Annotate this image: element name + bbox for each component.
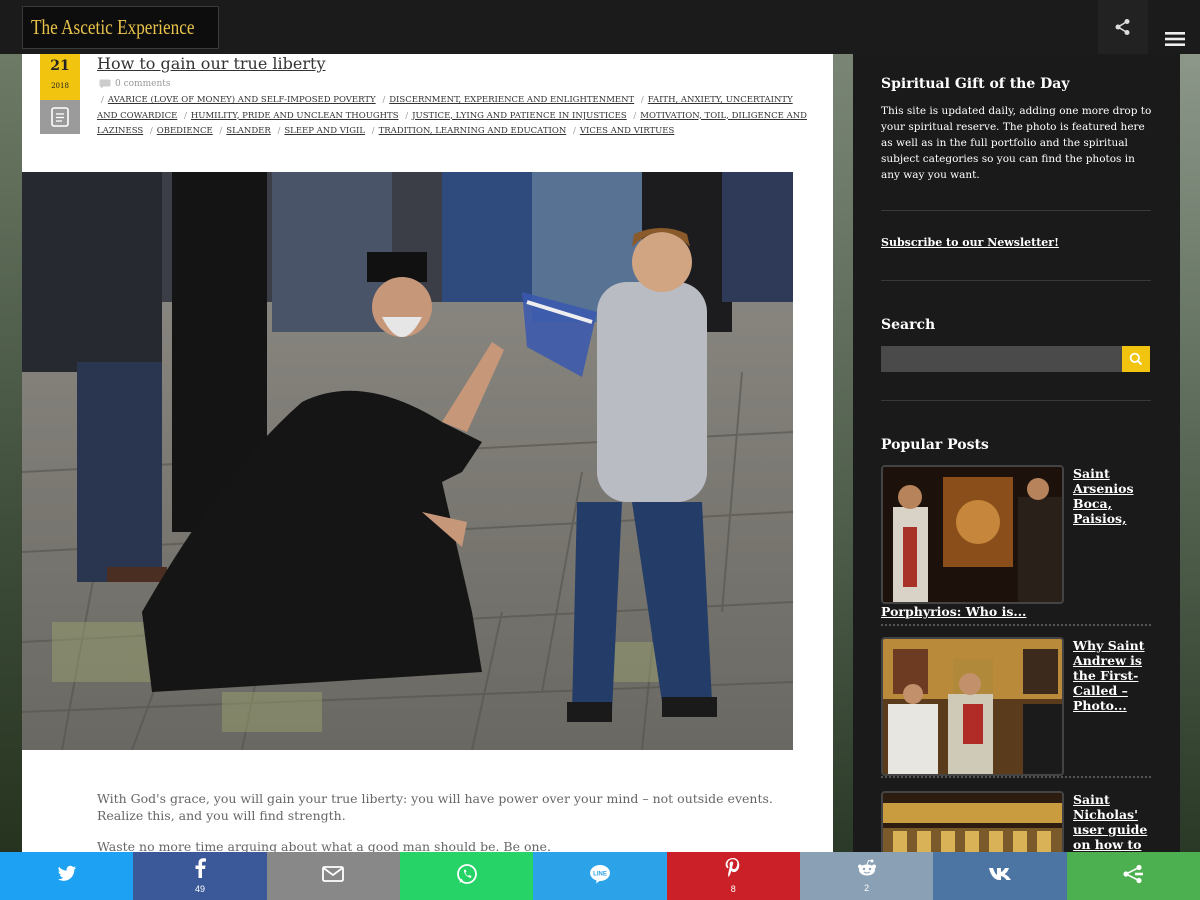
category-link[interactable]: Obedience: [157, 126, 213, 136]
post-separator: [881, 776, 1151, 778]
search-button[interactable]: [1122, 346, 1150, 372]
post-paragraph: With God's grace, you will gain your tru…: [97, 791, 773, 823]
gift-widget-text: This site is updated daily, adding one m…: [881, 105, 1152, 181]
share-facebook-button[interactable]: 49: [133, 852, 267, 900]
menu-button[interactable]: [1160, 24, 1190, 54]
share-count: 2: [864, 883, 870, 893]
date-badge: 21 2018: [40, 54, 80, 100]
gift-widget-title: Spiritual Gift of the Day: [881, 76, 1070, 92]
category-link[interactable]: Slander: [226, 126, 270, 136]
category-link[interactable]: Humility, pride and unclean thoughts: [191, 111, 399, 121]
whatsapp-icon: [456, 863, 478, 890]
category-link[interactable]: Vices and virtues: [580, 126, 674, 136]
category-link[interactable]: Avarice (love of money) and self-imposed…: [108, 95, 376, 105]
share-whatsapp-button[interactable]: [399, 852, 534, 900]
post-body: With God's grace, you will gain your tru…: [97, 790, 787, 852]
top-bar: The Ascetic Experience: [0, 0, 1200, 54]
widget-divider: [881, 400, 1151, 401]
comment-icon: [99, 79, 111, 89]
popular-post-title[interactable]: Saint Nicholas' user guide on how to: [1073, 792, 1153, 852]
category-separator: /: [149, 126, 153, 137]
post-paragraph: Waste no more time arguing about what a …: [97, 839, 551, 852]
category-separator: /: [184, 110, 187, 121]
svg-text:LINE: LINE: [593, 871, 607, 877]
share-email-button[interactable]: [266, 852, 400, 900]
share-reddit-button[interactable]: 2: [799, 852, 934, 900]
category-separator: /: [640, 95, 644, 105]
share-vk-button[interactable]: [933, 852, 1067, 900]
widget-divider: [881, 280, 1151, 281]
category-separator: /: [573, 126, 576, 137]
category-link[interactable]: Tradition, learning and education: [379, 126, 567, 136]
line-icon: LINE: [589, 864, 611, 889]
thumbnail-image: [883, 639, 1062, 774]
photo-image: [22, 172, 793, 750]
background-right: [1180, 54, 1200, 852]
popular-post-thumbnail[interactable]: [881, 791, 1064, 852]
category-separator: /: [277, 126, 281, 137]
background-left: [0, 54, 22, 852]
more-icon: [1122, 864, 1144, 889]
comments-count: 0 comments: [115, 79, 171, 89]
pinterest-icon: [725, 858, 741, 883]
share-count: 8: [730, 884, 736, 894]
popular-post-thumbnail[interactable]: [881, 637, 1064, 776]
article: 21 2018 How to gain our true liberty 0 c…: [22, 54, 833, 852]
popular-post-title-continued[interactable]: Porphyrios: Who is...: [881, 604, 1026, 619]
share-icon: [1115, 19, 1130, 35]
site-title: The Ascetic Experience: [31, 15, 195, 39]
widget-divider: [881, 210, 1151, 211]
share-more-button[interactable]: [1066, 852, 1200, 900]
email-icon: [322, 865, 345, 887]
site-logo[interactable]: The Ascetic Experience: [22, 6, 219, 49]
category-separator: /: [101, 95, 104, 105]
post-separator: [881, 624, 1151, 626]
category-separator: /: [405, 110, 409, 121]
post-photo[interactable]: [22, 172, 793, 750]
share-bar: 49 LINE 8 2: [0, 852, 1200, 900]
category-link[interactable]: Sleep and vigil: [284, 126, 365, 136]
document-icon: [51, 107, 69, 127]
comments-link[interactable]: 0 comments: [99, 79, 170, 89]
post-format-badge: [40, 100, 80, 134]
date-year: 2018: [51, 82, 69, 90]
reddit-icon: [856, 859, 878, 882]
category-list: / Avarice (love of money) and self-impose…: [97, 93, 807, 140]
category-separator: /: [633, 110, 637, 121]
date-day: 21: [50, 58, 70, 74]
category-separator: /: [219, 126, 223, 137]
category-link[interactable]: Justice, lying and patience in injustice…: [412, 111, 627, 121]
hamburger-icon: [1165, 32, 1185, 46]
category-separator: /: [382, 95, 386, 105]
search-input[interactable]: [881, 346, 1122, 372]
thumbnail-image: [883, 467, 1062, 602]
share-line-button[interactable]: LINE: [533, 852, 667, 900]
search-icon: [1129, 352, 1143, 366]
newsletter-link[interactable]: Subscribe to our Newsletter!: [881, 236, 1059, 249]
share-count: 49: [194, 884, 205, 894]
share-twitter-button[interactable]: [0, 852, 134, 900]
popular-widget-title: Popular Posts: [881, 437, 989, 453]
popular-post-title[interactable]: Why Saint Andrew is the First-Called – P…: [1073, 638, 1153, 713]
facebook-icon: [194, 858, 206, 883]
share-button[interactable]: [1098, 0, 1148, 54]
popular-post-thumbnail[interactable]: [881, 465, 1064, 604]
background-middle: [833, 54, 853, 852]
twitter-icon: [57, 865, 77, 888]
share-pinterest-button[interactable]: 8: [666, 852, 800, 900]
vk-icon: [988, 867, 1012, 886]
category-link[interactable]: Discernment, experience and enlightenmen…: [389, 95, 634, 105]
sidebar: Spiritual Gift of the Day This site is u…: [853, 54, 1180, 852]
popular-post-title[interactable]: Saint Arsenios Boca, Paisios,: [1073, 466, 1153, 526]
search-widget-title: Search: [881, 317, 936, 333]
category-separator: /: [371, 126, 375, 137]
thumbnail-image: [883, 793, 1062, 852]
post-title[interactable]: How to gain our true liberty: [97, 54, 325, 73]
